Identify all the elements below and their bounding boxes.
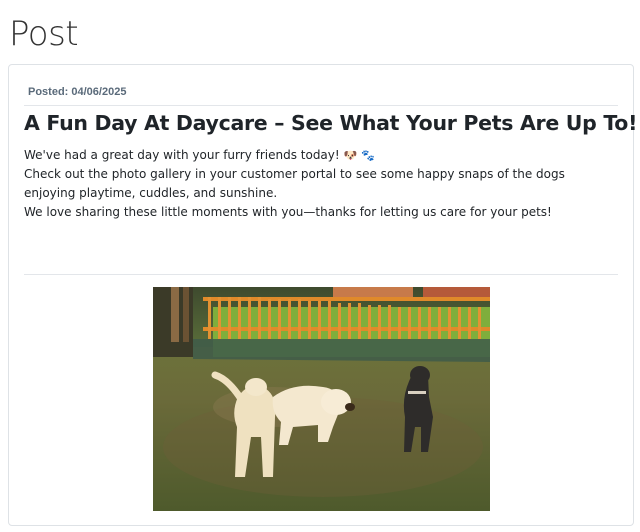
post-paragraph: We've had a great day with your furry fr… bbox=[24, 148, 375, 162]
post-card: Posted: 04/06/2025 A Fun Day At Daycare … bbox=[8, 64, 638, 526]
dog-face-icon: 🐶 bbox=[343, 149, 358, 162]
post-paragraph: We love sharing these little moments wit… bbox=[24, 205, 552, 219]
post-paragraph: Check out the photo gallery in your cust… bbox=[24, 167, 565, 200]
post-heading: A Fun Day At Daycare – See What Your Pet… bbox=[24, 111, 638, 135]
divider bbox=[24, 105, 618, 106]
posted-date: Posted: 04/06/2025 bbox=[28, 86, 127, 98]
page-title: Post bbox=[9, 14, 79, 54]
divider bbox=[24, 274, 618, 275]
paw-prints-icon: 🐾 bbox=[361, 149, 375, 162]
dogs-playing-photo bbox=[153, 287, 490, 511]
post-body: We've had a great day with your furry fr… bbox=[24, 146, 614, 222]
